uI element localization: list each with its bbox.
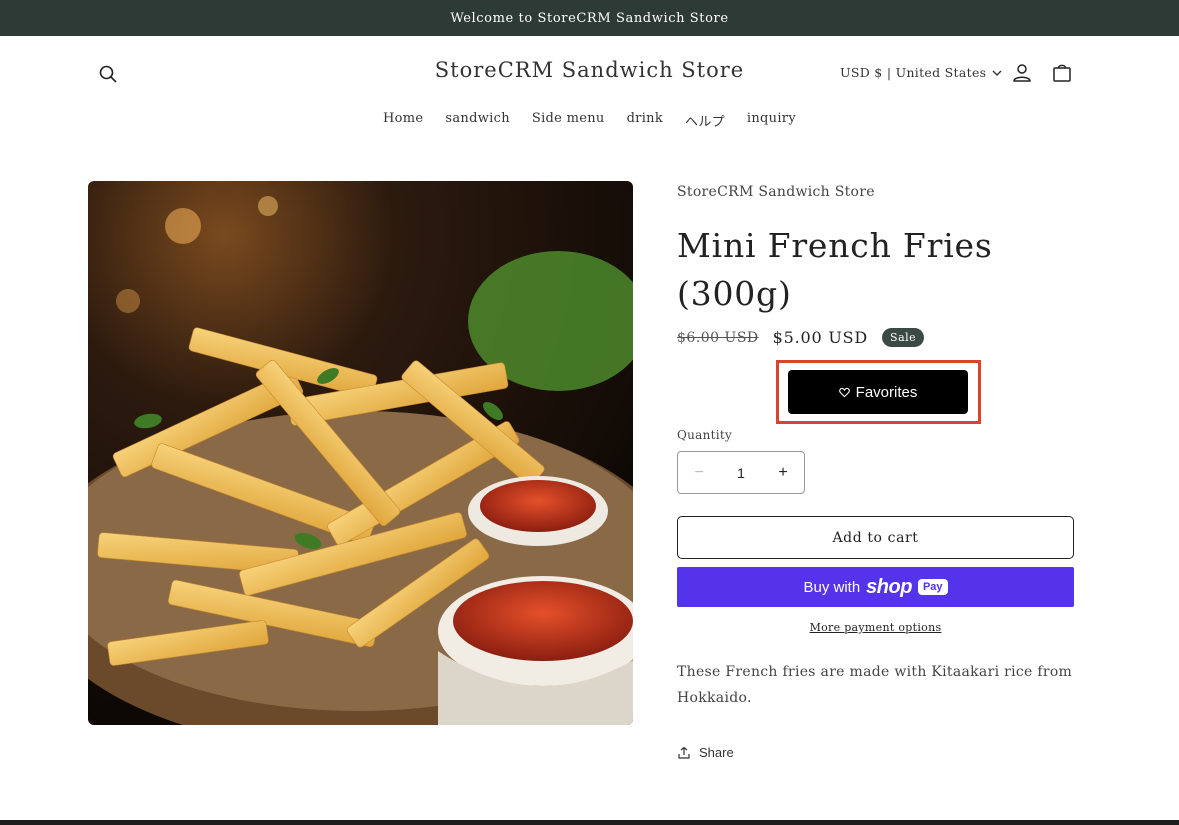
quantity-input[interactable] [721, 464, 761, 481]
nav-item-inquiry[interactable]: inquiry [747, 111, 796, 130]
quantity-decrease-button[interactable]: − [678, 452, 720, 493]
nav-item-home[interactable]: Home [383, 111, 423, 130]
product-vendor: StoreCRM Sandwich Store [677, 184, 875, 200]
buy-with-shop-pay-button[interactable]: Buy with shop Pay [677, 567, 1074, 607]
account-button[interactable] [1010, 61, 1034, 85]
nav-item-drink[interactable]: drink [627, 111, 663, 130]
quantity-stepper: − + [677, 451, 805, 494]
share-button[interactable]: Share [677, 745, 734, 760]
pay-badge: Pay [917, 579, 948, 595]
share-label: Share [699, 745, 734, 760]
nav-item-sandwich[interactable]: sandwich [445, 111, 509, 130]
add-to-cart-button[interactable]: Add to cart [677, 516, 1074, 559]
add-to-cart-label: Add to cart [832, 529, 919, 546]
currency-selector[interactable]: USD $ | United States [840, 65, 1002, 80]
bag-icon [1053, 64, 1071, 82]
main-nav: Home sandwich Side menu drink ヘルプ inquir… [0, 111, 1179, 130]
favorites-label: Favorites [855, 383, 918, 401]
french-fries-photo [88, 181, 633, 725]
site-header: StoreCRM Sandwich Store USD $ | United S… [0, 36, 1179, 116]
cart-button[interactable] [1050, 61, 1074, 85]
price-sale: $5.00 USD [772, 328, 869, 347]
announcement-bar: Welcome to StoreCRM Sandwich Store [0, 0, 1179, 36]
store-name[interactable]: StoreCRM Sandwich Store [435, 58, 744, 82]
product-image[interactable] [88, 181, 633, 725]
price-row: $6.00 USD $5.00 USD Sale [677, 328, 925, 347]
favorites-button[interactable]: Favorites [788, 370, 968, 414]
product-description: These French fries are made with Kitaaka… [677, 664, 1073, 706]
chevron-down-icon [992, 70, 1002, 76]
shop-logo: shop [866, 575, 912, 598]
quantity-increase-button[interactable]: + [762, 452, 804, 493]
nav-item-side-menu[interactable]: Side menu [532, 111, 605, 130]
buy-with-label: Buy with [803, 578, 861, 596]
announcement-text: Welcome to StoreCRM Sandwich Store [450, 10, 729, 26]
quantity-label: Quantity [677, 428, 733, 442]
price-regular: $6.00 USD [677, 329, 759, 346]
more-payment-options-link[interactable]: More payment options [677, 621, 1074, 634]
footer-edge [0, 820, 1179, 825]
share-icon [678, 746, 690, 759]
heart-icon [838, 387, 850, 397]
user-icon [1013, 64, 1031, 82]
sale-badge: Sale [882, 328, 925, 347]
product-title: Mini French Fries (300g) [677, 226, 993, 313]
currency-label: USD $ | United States [840, 65, 987, 80]
nav-item-help[interactable]: ヘルプ [685, 111, 725, 130]
